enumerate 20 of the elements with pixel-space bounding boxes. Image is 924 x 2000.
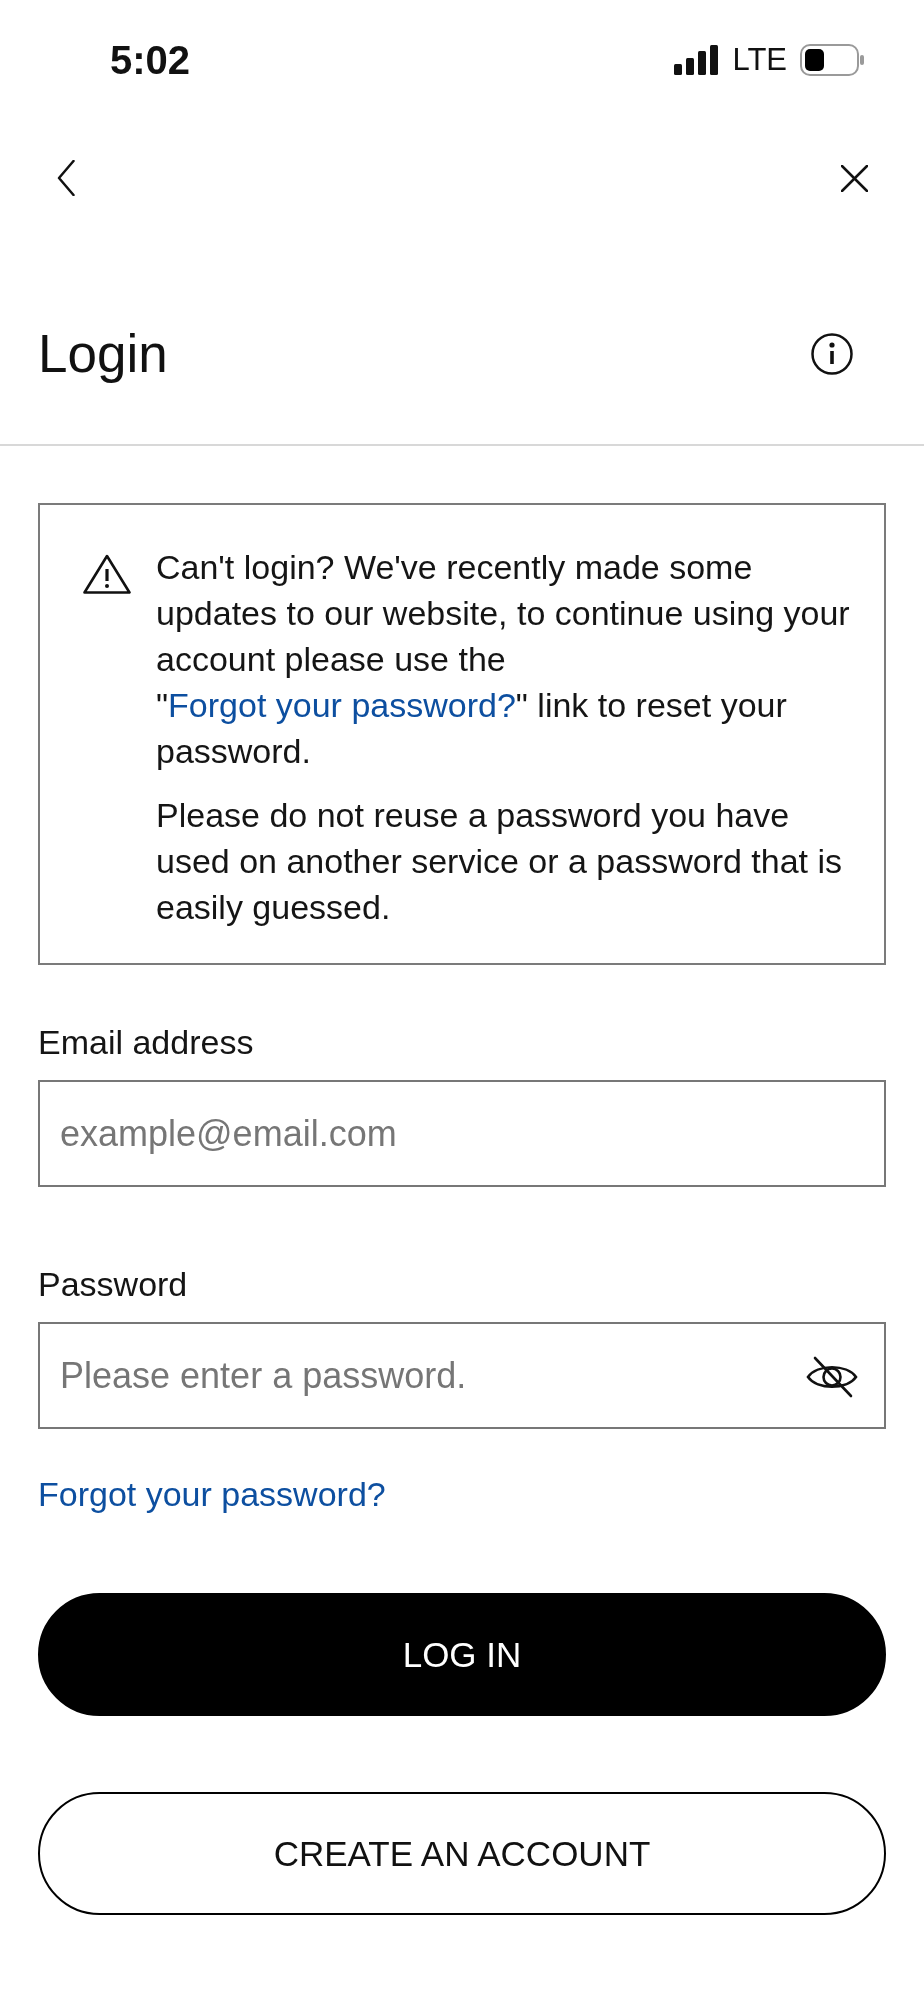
create-account-button[interactable]: CREATE AN ACCOUNT xyxy=(38,1792,886,1915)
page-title: Login xyxy=(38,323,168,385)
info-icon[interactable] xyxy=(811,333,853,375)
notice-text: Can't login? We've recently made some updates to our website, to continue using your account please use the "Forgot your password?" link to reset your password. xyxy=(156,547,851,772)
email-field[interactable]: example@email.com xyxy=(38,1080,886,1187)
back-chevron-icon[interactable] xyxy=(57,160,75,196)
log-in-button[interactable]: LOG IN xyxy=(38,1593,886,1716)
close-icon[interactable] xyxy=(841,164,868,192)
notice-text: Please do not reuse a password you have used on another service or a password that is easily guessed. xyxy=(156,795,844,928)
field-label: Password xyxy=(38,1264,189,1304)
battery-icon xyxy=(800,44,864,76)
password-field[interactable]: Please enter a password. xyxy=(38,1322,886,1429)
eye-slash-icon[interactable] xyxy=(806,1356,858,1398)
warning-icon xyxy=(83,554,131,594)
signal-icon xyxy=(674,45,720,75)
field-label: Email address xyxy=(38,1022,255,1062)
status-time: 5:02 xyxy=(110,37,191,83)
forgot-password-link[interactable]: Forgot your password? xyxy=(38,1474,386,1514)
network-type: LTE xyxy=(732,42,787,78)
forgot-password-link[interactable]: Forgot your password? xyxy=(168,686,516,724)
